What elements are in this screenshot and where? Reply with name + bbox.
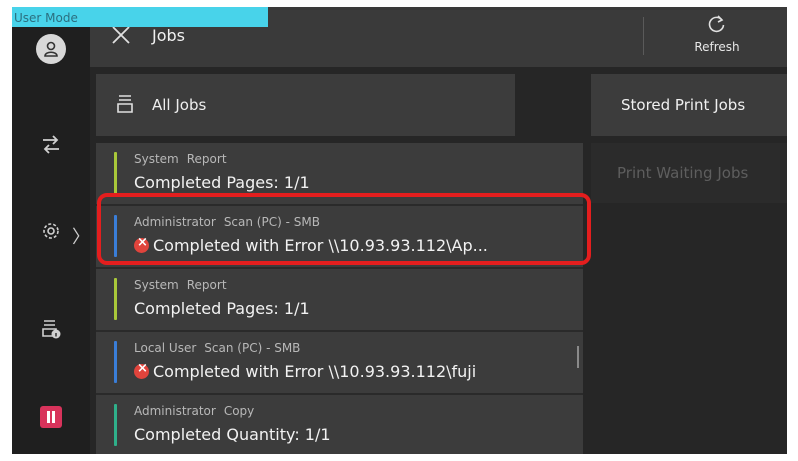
job-status-bar — [114, 278, 117, 320]
job-status-bar — [114, 404, 117, 446]
job-status-bar — [114, 152, 117, 194]
side-rail: 〉 — [12, 7, 90, 454]
print-waiting-jobs-label: Print Waiting Jobs — [617, 164, 749, 182]
job-status: Completed Pages: 1/1 — [134, 299, 310, 318]
job-row[interactable]: Local User Scan (PC) - SMB Completed with… — [96, 332, 583, 395]
job-owner: System — [134, 278, 179, 292]
job-row[interactable]: System Report Completed Pages: 1/1 — [96, 269, 583, 332]
stored-print-jobs-label: Stored Print Jobs — [621, 96, 746, 114]
job-flow-icon — [43, 135, 59, 154]
job-owner: System — [134, 152, 179, 166]
printer-info-icon — [42, 320, 61, 339]
scrollbar[interactable] — [577, 346, 579, 368]
job-type: Report — [186, 278, 227, 292]
all-jobs-label: All Jobs — [152, 96, 207, 114]
all-jobs-button[interactable]: All Jobs — [96, 74, 515, 136]
job-owner: Administrator — [134, 404, 216, 418]
job-type: Scan (PC) - SMB — [204, 341, 301, 355]
job-status: Completed Pages: 1/1 — [134, 173, 310, 192]
job-type: Copy — [223, 404, 255, 418]
pause-button[interactable] — [12, 389, 90, 445]
refresh-button[interactable]: Refresh — [670, 14, 764, 62]
job-status: Completed Quantity: 1/1 — [134, 425, 331, 444]
job-flow-button[interactable] — [12, 117, 90, 173]
job-owner: Local User — [134, 341, 197, 355]
settings-button[interactable]: 〉 — [12, 203, 90, 259]
stored-print-jobs-button[interactable]: Stored Print Jobs — [591, 74, 787, 136]
user-mode-label: User Mode — [14, 11, 78, 25]
close-icon[interactable] — [110, 24, 132, 46]
job-status: Completed with Error \\10.93.93.112\fuji — [153, 362, 477, 381]
pause-icon — [40, 406, 62, 428]
refresh-icon — [708, 15, 725, 33]
header-divider — [643, 17, 644, 55]
user-icon — [36, 34, 66, 64]
chevron-right-icon: 〉 — [72, 227, 90, 248]
user-mode-tag: User Mode — [12, 7, 268, 27]
gear-icon — [43, 223, 59, 239]
print-waiting-jobs-button: Print Waiting Jobs — [591, 143, 787, 203]
error-icon — [134, 361, 149, 379]
highlight-box — [97, 193, 591, 265]
user-button[interactable] — [12, 21, 90, 77]
all-jobs-icon — [117, 95, 133, 113]
job-status-bar — [114, 341, 117, 383]
refresh-label: Refresh — [694, 40, 740, 54]
printer-info-button[interactable] — [12, 301, 90, 357]
job-type: Report — [186, 152, 227, 166]
page-title: Jobs — [152, 26, 185, 45]
job-row[interactable]: Administrator Copy Completed Quantity: 1/… — [96, 395, 583, 454]
